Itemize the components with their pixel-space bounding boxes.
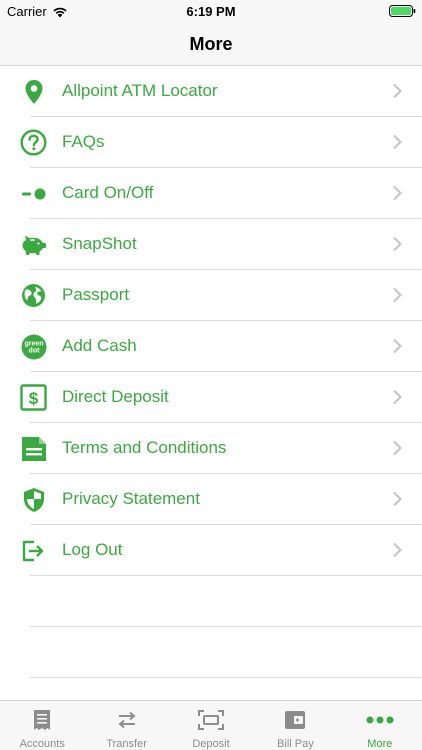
chevron-right-icon [393, 287, 402, 303]
piggy-bank-icon [20, 231, 47, 258]
menu-item-privacy[interactable]: Privacy Statement [0, 474, 422, 525]
menu-item-label: Log Out [62, 540, 123, 559]
globe-icon [20, 282, 47, 309]
menu-item-label: Privacy Statement [62, 489, 200, 508]
menu-list: Allpoint ATM Locator FAQs Card On/Off Sn… [0, 66, 422, 678]
check-scan-icon [197, 709, 225, 731]
transfer-arrows-icon [113, 709, 141, 731]
menu-item-snapshot[interactable]: SnapShot [0, 219, 422, 270]
dollar-document-icon: $ [20, 384, 47, 411]
navigation-bar: More [0, 22, 422, 66]
battery-icon [389, 5, 416, 17]
tab-transfer[interactable]: Transfer [84, 701, 168, 750]
status-bar: Carrier 6:19 PM [0, 0, 422, 22]
menu-item-card-on-off[interactable]: Card On/Off [0, 168, 422, 219]
menu-item-direct-deposit[interactable]: $ Direct Deposit [0, 372, 422, 423]
tab-label: Transfer [106, 738, 147, 750]
logout-icon [20, 537, 47, 564]
green-dot-logo-icon: green dot [20, 333, 47, 360]
menu-item-label: Passport [62, 285, 130, 304]
menu-item-label: Allpoint ATM Locator [62, 81, 218, 100]
menu-item-terms[interactable]: Terms and Conditions [0, 423, 422, 474]
status-time: 6:19 PM [186, 4, 236, 19]
menu-item-faqs[interactable]: FAQs [0, 117, 422, 168]
tab-more[interactable]: More [338, 701, 422, 750]
tab-accounts[interactable]: Accounts [0, 701, 84, 750]
svg-text:dot: dot [28, 347, 40, 354]
tab-bill-pay[interactable]: Bill Pay [253, 701, 337, 750]
tab-label: Deposit [192, 738, 230, 750]
empty-row [0, 627, 422, 678]
svg-text:$: $ [29, 389, 39, 408]
chevron-right-icon [393, 491, 402, 507]
empty-row [0, 576, 422, 627]
tab-deposit[interactable]: Deposit [169, 701, 253, 750]
chevron-right-icon [393, 83, 402, 99]
receipt-icon [28, 709, 56, 731]
shield-icon [20, 486, 47, 513]
chevron-right-icon [393, 338, 402, 354]
tab-label: Bill Pay [277, 738, 314, 750]
menu-item-label: Terms and Conditions [62, 438, 227, 457]
tab-label: More [367, 738, 393, 750]
chevron-right-icon [393, 389, 402, 405]
toggle-switch-icon [20, 180, 47, 207]
tab-bar: Accounts Transfer Deposit Bill Pay More [0, 700, 422, 750]
chevron-right-icon [393, 542, 402, 558]
menu-item-label: Card On/Off [62, 183, 154, 202]
menu-item-label: SnapShot [62, 234, 137, 253]
question-circle-icon [20, 129, 47, 156]
chevron-right-icon [393, 440, 402, 456]
menu-item-label: Add Cash [62, 336, 137, 355]
chevron-right-icon [393, 185, 402, 201]
menu-item-passport[interactable]: Passport [0, 270, 422, 321]
menu-item-atm-locator[interactable]: Allpoint ATM Locator [0, 66, 422, 117]
location-pin-icon [20, 78, 47, 105]
page-title: More [189, 34, 233, 54]
menu-item-label: Direct Deposit [62, 387, 169, 406]
tab-label: Accounts [19, 738, 65, 750]
chevron-right-icon [393, 236, 402, 252]
more-dots-icon [366, 709, 394, 731]
wallet-icon [281, 709, 309, 731]
chevron-right-icon [393, 134, 402, 150]
document-icon [20, 435, 47, 462]
menu-item-log-out[interactable]: Log Out [0, 525, 422, 576]
menu-item-add-cash[interactable]: green dot Add Cash [0, 321, 422, 372]
menu-item-label: FAQs [62, 132, 105, 151]
